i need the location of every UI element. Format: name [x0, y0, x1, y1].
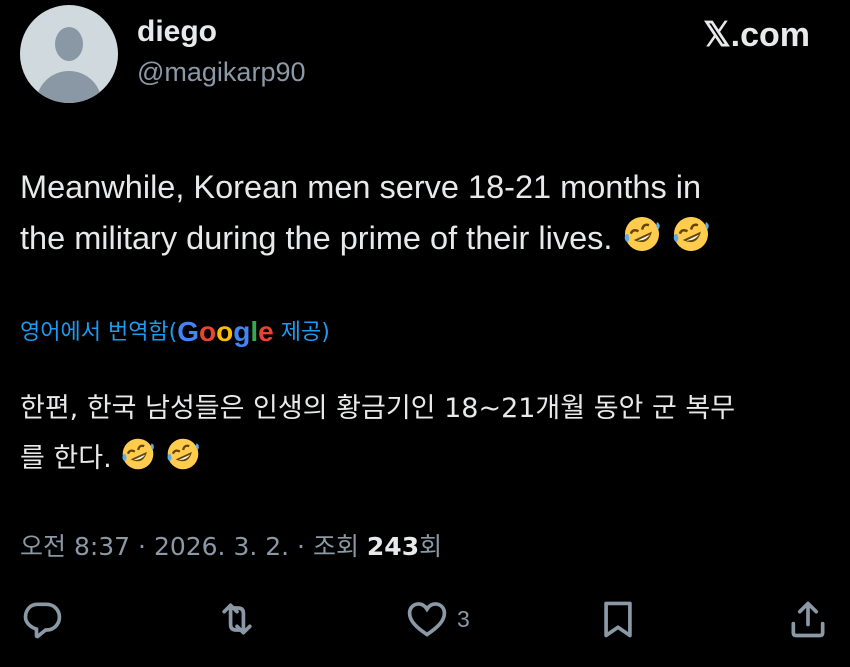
google-letter: o — [216, 316, 234, 347]
site-logo: 𝕏.com — [703, 16, 810, 54]
tweet-text-line2: the military during the prime of their l… — [20, 220, 613, 256]
translated-text-line2: 를 한다. — [20, 443, 112, 474]
like-count: 3 — [457, 605, 470, 632]
google-letter: g — [233, 316, 251, 347]
rofl-emoji-icon — [165, 436, 201, 489]
meta-separator: · — [289, 532, 313, 561]
bookmark-button[interactable] — [596, 597, 640, 641]
google-logo: Google — [177, 316, 273, 347]
reply-button[interactable] — [20, 597, 64, 641]
avatar[interactable] — [20, 5, 118, 103]
rofl-emoji-icon — [120, 436, 156, 489]
display-name[interactable]: diego — [137, 15, 217, 49]
tweet-text-line1: Meanwhile, Korean men serve 18-21 months… — [20, 169, 702, 205]
action-bar: 3 — [0, 597, 850, 647]
bookmark-icon — [604, 601, 632, 638]
translation-prefix: 영어에서 번역함( — [20, 320, 178, 345]
tweet-text: Meanwhile, Korean men serve 18-21 months… — [20, 162, 835, 269]
repost-icon — [222, 603, 252, 635]
avatar-body — [36, 71, 102, 103]
google-letter: l — [250, 316, 259, 347]
google-letter: o — [199, 316, 217, 347]
heart-icon — [407, 602, 447, 637]
avatar-head — [55, 27, 83, 61]
like-button[interactable]: 3 — [405, 597, 470, 641]
user-handle[interactable]: @magikarp90 — [137, 57, 306, 88]
meta-separator: · — [130, 532, 154, 561]
tweet-meta: 오전 8:37 · 2026. 3. 2. · 조회 243회 — [20, 527, 442, 563]
share-button[interactable] — [786, 597, 830, 641]
translated-text-line1: 한편, 한국 남성들은 인생의 황금기인 18~21개월 동안 군 복무 — [20, 393, 736, 424]
views-prefix: 조회 — [312, 532, 367, 561]
views-count[interactable]: 243 — [367, 532, 419, 561]
rofl-emoji-icon — [622, 214, 662, 269]
google-letter: e — [258, 316, 274, 347]
tweet-time[interactable]: 오전 8:37 — [20, 532, 130, 561]
google-letter: G — [177, 316, 200, 347]
translation-attribution[interactable]: 영어에서 번역함(Google 제공) — [20, 314, 330, 348]
repost-button[interactable] — [215, 597, 259, 641]
translated-text: 한편, 한국 남성들은 인생의 황금기인 18~21개월 동안 군 복무를 한다… — [20, 384, 835, 489]
reply-icon — [23, 602, 62, 639]
translation-suffix: 제공) — [273, 320, 330, 345]
tweet-date[interactable]: 2026. 3. 2. — [154, 532, 289, 561]
rofl-emoji-icon — [671, 214, 711, 269]
views-suffix: 회 — [419, 532, 443, 561]
share-icon — [791, 601, 825, 638]
